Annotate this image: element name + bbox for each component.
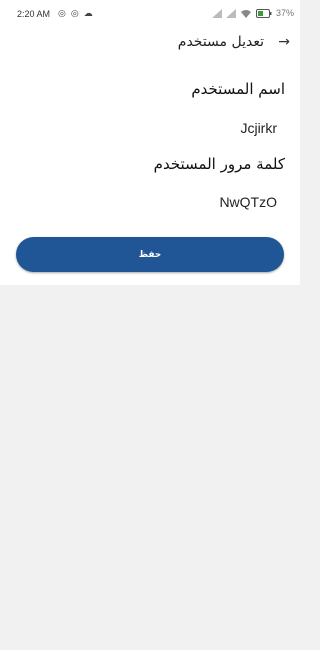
wifi-icon bbox=[240, 9, 251, 18]
password-label: كلمة مرور المستخدم bbox=[153, 155, 285, 173]
signal-icon bbox=[211, 8, 222, 18]
edit-user-form: اسم المستخدم Jcjirkr كلمة مرور المستخدم … bbox=[0, 66, 300, 285]
cloud-icon: ☁ bbox=[83, 8, 93, 18]
battery-icon bbox=[255, 8, 272, 18]
password-field[interactable]: NwQTzO bbox=[219, 194, 277, 210]
notification-icons: ◎ ◎ ☁ bbox=[58, 8, 93, 19]
notification-icon: ◎ bbox=[58, 8, 66, 18]
battery-percentage: 37% bbox=[275, 8, 294, 18]
username-label: اسم المستخدم bbox=[191, 80, 285, 98]
save-button[interactable]: حفظ bbox=[16, 237, 284, 272]
status-bar: 2:20 AM ◎ ◎ ☁ 37% bbox=[0, 0, 300, 28]
signal-icon bbox=[225, 8, 236, 18]
status-right: 37% bbox=[211, 8, 294, 18]
page-title: تعديل مستخدم bbox=[177, 34, 264, 50]
back-arrow-icon[interactable]: → bbox=[278, 34, 290, 50]
notification-icon: ◎ bbox=[70, 8, 79, 18]
status-time: 2:20 AM bbox=[17, 9, 51, 19]
username-field[interactable]: Jcjirkr bbox=[240, 120, 277, 136]
app-header: → تعديل مستخدم bbox=[0, 28, 300, 67]
